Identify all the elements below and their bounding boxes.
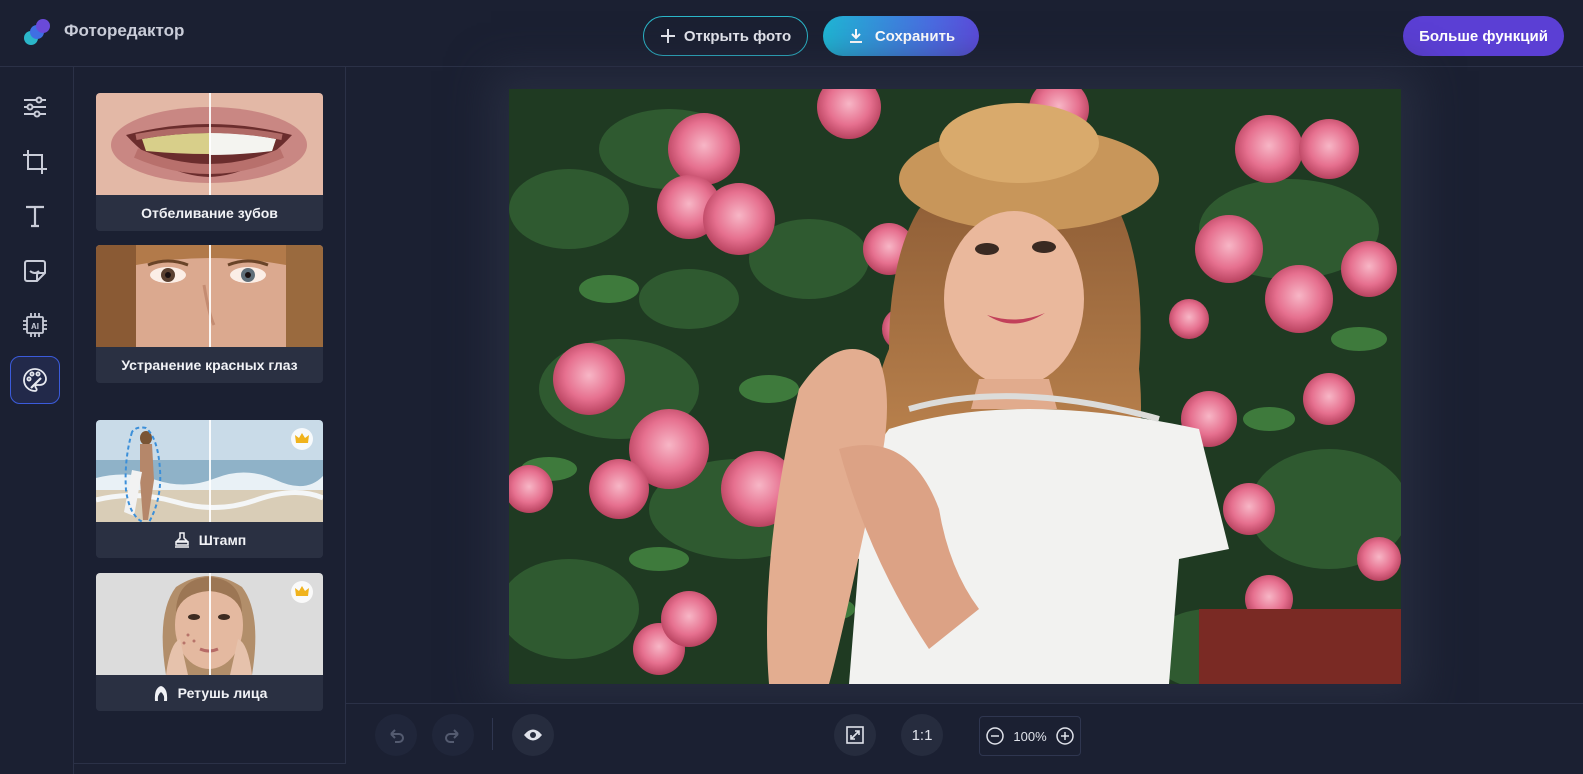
svg-text:AI: AI	[31, 322, 39, 331]
more-features-button[interactable]: Больше функций	[1403, 16, 1564, 56]
effect-card-red-eye-removal[interactable]: Устранение красных глаз	[96, 245, 323, 383]
app-logo-icon	[24, 19, 50, 45]
compare-divider	[209, 420, 211, 522]
tool-retouch[interactable]	[10, 356, 60, 404]
top-header: Фоторедактор Открыть фото Сохранить Боль…	[0, 0, 1583, 67]
save-button[interactable]: Сохранить	[823, 16, 979, 56]
stamp-preview-image	[96, 420, 323, 522]
tool-crop[interactable]	[10, 138, 60, 186]
canvas-area[interactable]	[346, 67, 1583, 703]
effect-card-clone-stamp[interactable]: Штамп	[96, 420, 323, 558]
zoom-value: 100%	[1013, 728, 1047, 744]
expand-icon	[846, 726, 864, 744]
effect-card-label: Устранение красных глаз	[96, 347, 323, 383]
effect-card-label-row: Штамп	[96, 522, 323, 558]
fit-to-screen-button[interactable]	[834, 714, 876, 756]
effect-card-teeth-whitening[interactable]: Отбеливание зубов	[96, 93, 323, 231]
effect-card-label: Отбеливание зубов	[96, 195, 323, 231]
effect-card-label: Ретушь лица	[177, 685, 268, 701]
zoom-control: 100%	[979, 716, 1081, 756]
toolbar-divider	[492, 718, 493, 750]
actual-size-label: 1:1	[911, 726, 933, 744]
ai-chip-icon: AI	[23, 313, 47, 337]
sticker-icon	[24, 260, 46, 282]
zoom-out-icon[interactable]	[986, 727, 1004, 745]
tool-adjustments[interactable]	[10, 83, 60, 131]
plus-icon	[660, 29, 675, 43]
tool-stickers[interactable]	[10, 247, 60, 295]
crown-icon	[291, 581, 313, 603]
compare-divider	[209, 573, 211, 675]
tool-ai[interactable]: AI	[10, 301, 60, 349]
undo-button[interactable]	[375, 714, 417, 756]
eye-icon	[524, 729, 542, 741]
compare-divider	[209, 245, 211, 347]
face-icon	[154, 686, 167, 701]
bottom-toolbar: 1:1 100%	[346, 703, 1583, 774]
face-preview-image	[96, 573, 323, 675]
download-icon	[849, 29, 862, 43]
palette-icon	[23, 368, 47, 392]
crown-icon	[291, 428, 313, 450]
actual-size-button[interactable]: 1:1	[901, 714, 943, 756]
zoom-in-icon[interactable]	[1056, 727, 1074, 745]
sliders-icon	[24, 96, 46, 118]
redo-icon	[445, 729, 459, 743]
left-toolbar: AI	[0, 67, 74, 774]
open-photo-label: Открыть фото	[683, 27, 792, 45]
preview-toggle-button[interactable]	[512, 714, 554, 756]
crop-icon	[23, 150, 47, 174]
text-icon	[26, 205, 44, 228]
tool-text[interactable]	[10, 192, 60, 240]
save-label: Сохранить	[874, 27, 956, 45]
stamp-icon	[174, 532, 189, 548]
effect-card-label: Штамп	[198, 532, 247, 548]
effect-card-label-row: Ретушь лица	[96, 675, 323, 711]
teeth-preview-image	[96, 93, 323, 195]
effect-card-face-retouch[interactable]: Ретушь лица	[96, 573, 323, 711]
open-photo-button[interactable]: Открыть фото	[643, 16, 808, 56]
edited-photo[interactable]	[509, 89, 1401, 684]
undo-icon	[390, 729, 404, 743]
redo-button[interactable]	[432, 714, 474, 756]
compare-divider	[209, 93, 211, 195]
eyes-preview-image	[96, 245, 323, 347]
effects-panel: Отбеливание зубов Устранение красных гла…	[74, 67, 346, 764]
app-title: Фоторедактор	[64, 21, 185, 40]
